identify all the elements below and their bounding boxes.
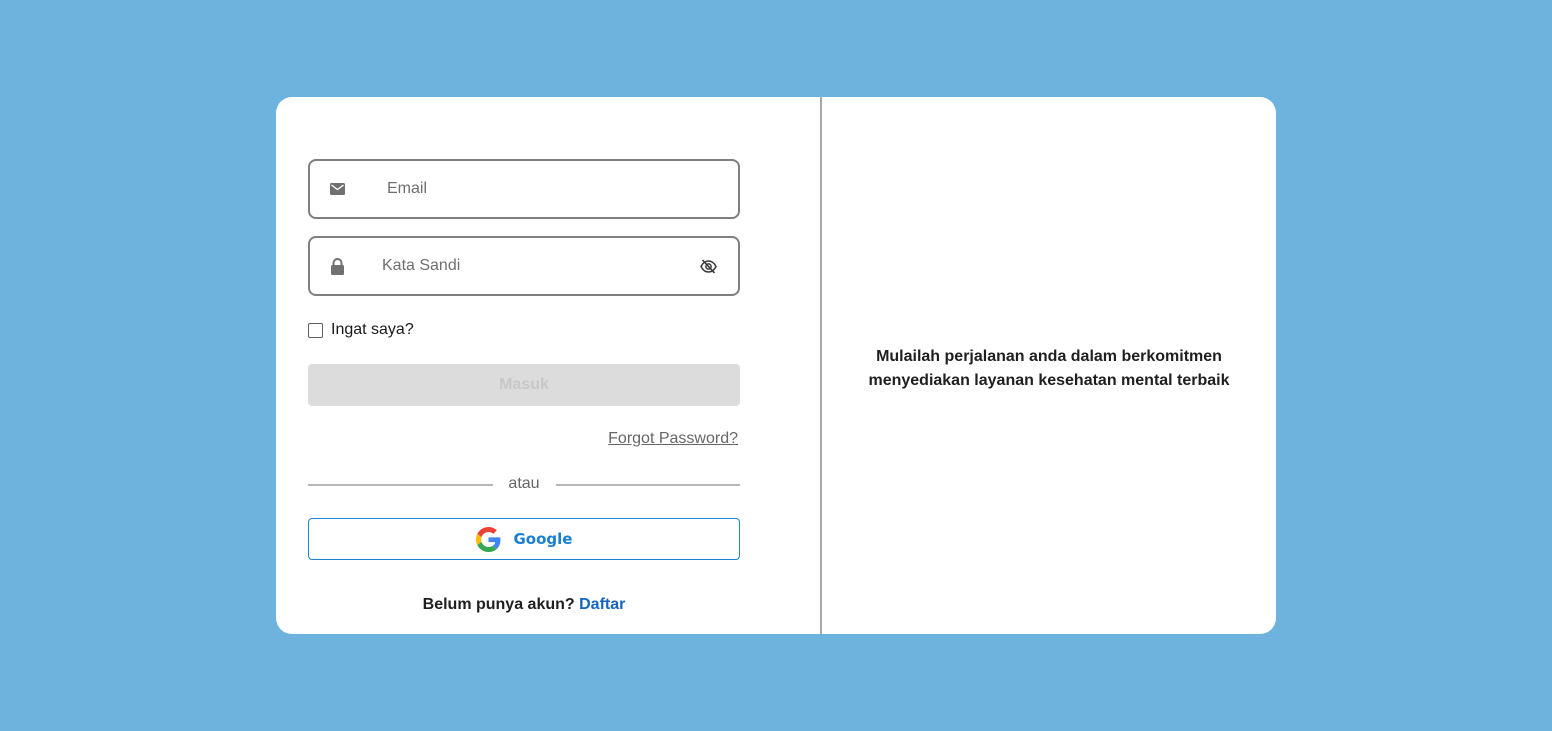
eye-off-icon[interactable] — [698, 256, 718, 276]
remember-label: Ingat saya? — [331, 321, 414, 338]
login-panel: Ingat saya? Masuk Forgot Password? atau … — [276, 97, 822, 634]
email-input[interactable] — [387, 161, 717, 217]
google-label: Google — [513, 530, 573, 548]
lock-icon — [328, 257, 346, 275]
hero-tagline: Mulailah perjalanan anda dalam berkomitm… — [868, 347, 1230, 389]
signup-prompt: Belum punya akun? Daftar — [276, 596, 772, 614]
email-field[interactable] — [308, 159, 740, 219]
google-login-button[interactable]: Google — [308, 518, 740, 560]
divider-line-right — [556, 484, 740, 486]
or-divider: atau — [308, 474, 740, 494]
login-button[interactable]: Masuk — [308, 364, 740, 406]
forgot-password-link[interactable]: Forgot Password? — [608, 430, 738, 448]
password-input[interactable] — [382, 238, 682, 294]
mail-icon — [328, 180, 346, 198]
hero-panel: Mulailah perjalanan anda dalam berkomitm… — [822, 97, 1276, 634]
login-card: Ingat saya? Masuk Forgot Password? atau … — [276, 97, 1276, 634]
signup-link[interactable]: Daftar — [579, 596, 625, 613]
google-logo-icon — [475, 526, 501, 552]
signup-text: Belum punya akun? — [422, 596, 575, 613]
remember-checkbox[interactable] — [308, 322, 323, 338]
password-field[interactable] — [308, 236, 740, 296]
remember-me[interactable]: Ingat saya? — [308, 321, 414, 339]
